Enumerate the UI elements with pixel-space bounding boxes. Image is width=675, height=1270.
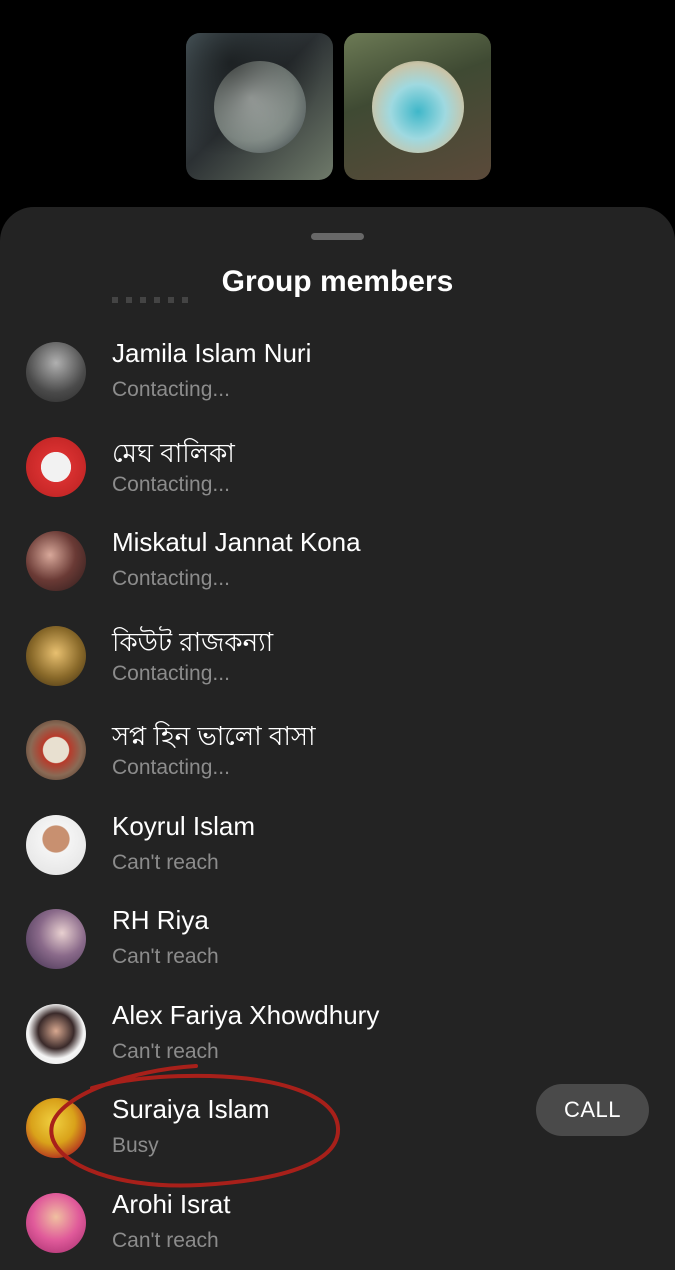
member-row-selected[interactable]: Suraiya Islam Busy CALL	[0, 1070, 675, 1165]
member-row[interactable]: Miskatul Jannat Kona Contacting...	[0, 503, 675, 598]
member-status: Contacting...	[112, 661, 230, 685]
member-row[interactable]: Arohi Israt Can't reach	[0, 1165, 675, 1260]
member-row[interactable]: RH Riya Can't reach	[0, 881, 675, 976]
member-status: Can't reach	[112, 945, 219, 968]
member-status: Contacting...	[112, 472, 230, 496]
participant-video-tile[interactable]	[186, 33, 333, 180]
member-name: মেঘ বালিকা	[112, 437, 235, 468]
participant-video-tile[interactable]	[344, 33, 491, 180]
member-avatar	[26, 531, 86, 591]
members-list[interactable]: Jamila Islam Nuri Contacting... মেঘ বালি…	[0, 314, 675, 1259]
member-row[interactable]: কিউট রাজকন্যা Contacting...	[0, 598, 675, 693]
drag-handle[interactable]	[311, 233, 364, 240]
member-avatar	[26, 625, 86, 686]
member-row[interactable]: Jamila Islam Nuri Contacting...	[0, 314, 675, 409]
member-name: Miskatul Jannat Kona	[112, 527, 361, 557]
tile-shade	[186, 33, 333, 180]
scrolled-text-fragment	[112, 297, 192, 303]
member-row[interactable]: সপ্ন হিন ভালো বাসা Contacting...	[0, 692, 675, 787]
member-name: সপ্ন হিন ভালো বাসা	[112, 721, 316, 751]
member-name: কিউট রাজকন্যা	[112, 626, 274, 657]
sheet-title: Group members	[221, 265, 454, 298]
group-members-sheet: Group members Jamila Islam Nuri Contacti…	[0, 207, 675, 1270]
member-status: Can't reach	[112, 1039, 219, 1063]
member-avatar	[26, 1098, 86, 1158]
member-name: Suraiya Islam	[112, 1094, 270, 1124]
member-name: Alex Fariya Xhowdhury	[112, 999, 380, 1030]
member-avatar	[26, 436, 86, 497]
member-status: Contacting...	[112, 756, 230, 779]
member-status: Busy	[112, 1134, 159, 1157]
member-row[interactable]: মেঘ বালিকা Contacting...	[0, 409, 675, 504]
member-name: Arohi Israt	[112, 1188, 231, 1219]
member-name: RH Riya	[112, 905, 209, 935]
member-avatar	[26, 1003, 86, 1064]
member-status: Can't reach	[112, 850, 219, 874]
member-row[interactable]: Alex Fariya Xhowdhury Can't reach	[0, 976, 675, 1071]
member-avatar	[26, 342, 86, 402]
member-status: Contacting...	[112, 567, 230, 590]
member-name: Koyrul Islam	[112, 810, 256, 841]
call-button[interactable]: CALL	[536, 1084, 649, 1136]
video-tiles-area	[0, 0, 675, 210]
member-avatar	[26, 814, 86, 875]
member-row[interactable]: Koyrul Islam Can't reach	[0, 787, 675, 882]
member-avatar	[26, 1192, 86, 1253]
member-avatar	[26, 909, 86, 969]
member-name: Jamila Islam Nuri	[112, 338, 312, 368]
member-status: Contacting...	[112, 378, 230, 401]
member-status: Can't reach	[112, 1228, 219, 1252]
participant-avatar	[372, 61, 464, 153]
member-avatar	[26, 720, 86, 780]
